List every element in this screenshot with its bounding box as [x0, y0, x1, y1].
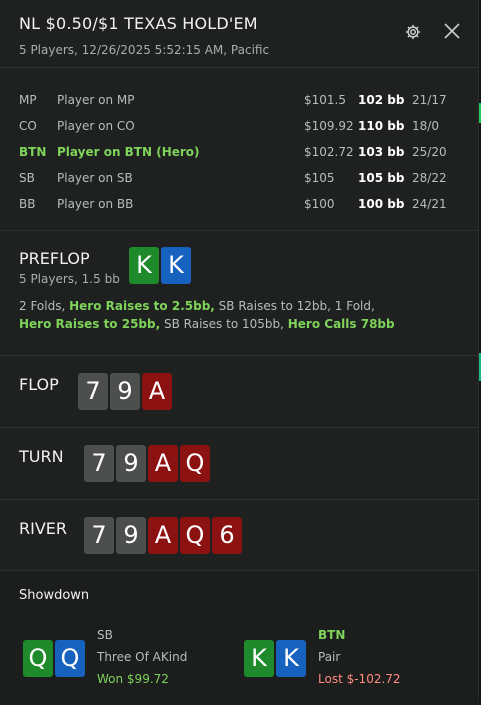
- hero-action-text: Hero Raises to 2.5bb,: [69, 299, 215, 313]
- action-text: SB Raises to 12bb, 1 Fold,: [214, 299, 375, 313]
- player-row-mp[interactable]: MP Player on MP $101.5 102 bb 21/17: [0, 89, 478, 113]
- hero-card: K: [129, 247, 159, 284]
- board-card: 7: [78, 373, 108, 410]
- board-card: 9: [116, 445, 146, 482]
- player-position: BTN: [19, 145, 47, 159]
- hand-history-panel: NL $0.50/$1 TEXAS HOLD'EM 5 Players, 12/…: [0, 0, 479, 705]
- game-subtitle: 5 Players, 12/26/2025 5:52:15 AM, Pacifi…: [19, 43, 270, 57]
- player-stats: 21/17: [412, 93, 447, 107]
- player-stack-money: $102.72: [304, 145, 354, 159]
- player-stack-bb: 102 bb: [358, 93, 405, 107]
- player-stats: 18/0: [412, 119, 439, 133]
- player-stack-money: $100: [304, 197, 335, 211]
- showdown-card: K: [276, 640, 306, 677]
- player-position: SB: [19, 171, 35, 185]
- close-icon[interactable]: [443, 22, 461, 40]
- showdown-section: Showdown Q Q SB Three Of AKind Won $99.7…: [0, 571, 478, 705]
- player-stack-bb: 103 bb: [358, 145, 405, 159]
- hero-card: K: [161, 247, 191, 284]
- showdown-card: K: [244, 640, 274, 677]
- river-section: RIVER 7 9 A Q 6: [0, 500, 478, 571]
- player-name: Player on CO: [57, 119, 135, 133]
- player-stack-money: $101.5: [304, 93, 346, 107]
- player-name: Player on BB: [57, 197, 134, 211]
- player-name: Player on MP: [57, 93, 135, 107]
- game-title: NL $0.50/$1 TEXAS HOLD'EM: [19, 14, 258, 33]
- showdown-card: Q: [55, 640, 85, 677]
- street-label: FLOP: [19, 375, 59, 394]
- player-position: MP: [19, 93, 37, 107]
- hero-action-text: Hero Calls 78bb: [287, 317, 395, 331]
- action-text: SB Raises to 105bb,: [160, 317, 288, 331]
- player-row-co[interactable]: CO Player on CO $109.92 110 bb 18/0: [0, 115, 478, 139]
- preflop-actions: 2 Folds, Hero Raises to 2.5bb, SB Raises…: [19, 297, 399, 333]
- players-table: MP Player on MP $101.5 102 bb 21/17 CO P…: [0, 68, 478, 231]
- player-position: CO: [19, 119, 37, 133]
- board-card: 7: [84, 517, 114, 554]
- board-card: A: [148, 445, 178, 482]
- player-row-btn-hero[interactable]: BTN Player on BTN (Hero) $102.72 103 bb …: [0, 141, 478, 165]
- player-stack-bb: 100 bb: [358, 197, 405, 211]
- player-stack-money: $109.92: [304, 119, 354, 133]
- player-stack-bb: 110 bb: [358, 119, 405, 133]
- street-label: TURN: [19, 447, 64, 466]
- street-label: RIVER: [19, 519, 68, 538]
- gear-icon[interactable]: [404, 23, 422, 41]
- board-card: 6: [212, 517, 242, 554]
- player-name: Player on SB: [57, 171, 133, 185]
- board-card: 9: [116, 517, 146, 554]
- showdown-title: Showdown: [19, 588, 90, 603]
- board-card: 9: [110, 373, 140, 410]
- turn-section: TURN 7 9 A Q: [0, 428, 478, 500]
- player-stats: 28/22: [412, 171, 447, 185]
- board-card: A: [142, 373, 172, 410]
- showdown-result-won: Won $99.72: [97, 672, 169, 686]
- player-row-bb[interactable]: BB Player on BB $100 100 bb 24/21: [0, 193, 478, 217]
- player-stack-bb: 105 bb: [358, 171, 405, 185]
- street-subtitle: 5 Players, 1.5 bb: [19, 272, 120, 286]
- player-position: BB: [19, 197, 36, 211]
- hero-action-text: Hero Raises to 25bb,: [19, 317, 161, 331]
- showdown-position-hero: BTN: [318, 628, 346, 642]
- player-name: Player on BTN (Hero): [57, 145, 200, 159]
- preflop-section: PREFLOP 5 Players, 1.5 bb K K 2 Folds, H…: [0, 231, 478, 356]
- showdown-result-lost: Lost $-102.72: [318, 672, 401, 686]
- board-card: Q: [180, 445, 210, 482]
- board-card: 7: [84, 445, 114, 482]
- board-card: Q: [180, 517, 210, 554]
- panel-header: NL $0.50/$1 TEXAS HOLD'EM 5 Players, 12/…: [0, 0, 478, 68]
- showdown-position: SB: [97, 628, 113, 642]
- player-row-sb[interactable]: SB Player on SB $105 105 bb 28/22: [0, 167, 478, 191]
- street-label: PREFLOP: [19, 249, 90, 268]
- showdown-hand-rank: Pair: [318, 650, 341, 664]
- player-stats: 25/20: [412, 145, 447, 159]
- board-card: A: [148, 517, 178, 554]
- action-text: 2 Folds,: [19, 299, 70, 313]
- player-stats: 24/21: [412, 197, 447, 211]
- showdown-hand-rank: Three Of AKind: [97, 650, 188, 664]
- flop-section: FLOP 7 9 A: [0, 356, 478, 428]
- showdown-card: Q: [23, 640, 53, 677]
- player-stack-money: $105: [304, 171, 335, 185]
